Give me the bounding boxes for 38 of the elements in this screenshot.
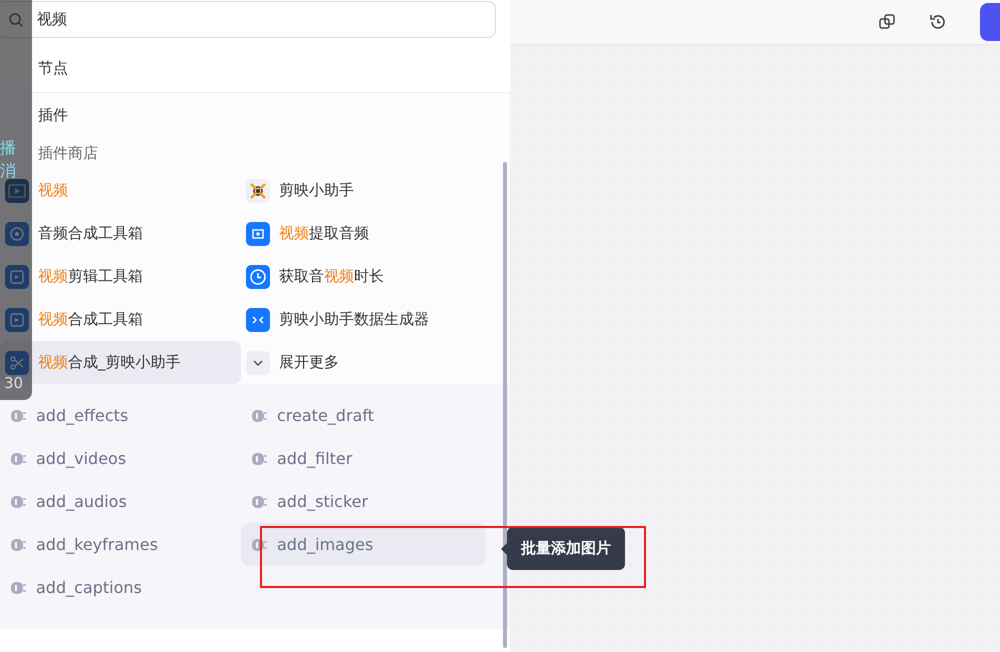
subsection-heading: 插件商店 (38, 144, 98, 162)
arrows-icon (252, 316, 264, 324)
plugin-item[interactable]: 视频剪辑工具箱 (0, 255, 241, 298)
tooltip: 批量添加图片 (507, 527, 625, 570)
copy-icon[interactable] (878, 13, 896, 31)
plugin-item[interactable]: 剪映小助手数据生成器 (241, 298, 486, 341)
history-icon[interactable] (928, 12, 948, 32)
plugin-item[interactable]: 获取音视频时长 (241, 255, 486, 298)
plug-icon (10, 450, 28, 466)
tool-item[interactable]: add_videos (0, 437, 241, 480)
plug-icon (10, 536, 28, 552)
plug-icon (10, 494, 28, 510)
overlay-text: 播 (0, 137, 16, 159)
section-heading[interactable]: 插件 (38, 106, 68, 124)
plug-icon (10, 408, 28, 424)
plug-icon (10, 580, 28, 596)
tool-item[interactable]: add_filter (241, 437, 486, 480)
plug-icon (251, 450, 269, 466)
chevron-icon (253, 360, 263, 366)
plug-icon (251, 408, 269, 424)
search-field[interactable]: 视频 (0, 1, 496, 38)
plugin-item[interactable]: 视频合成工具箱 (0, 298, 241, 341)
tool-item[interactable]: create_draft (241, 394, 486, 437)
tool-item[interactable]: add_audios (0, 480, 241, 523)
primary-button[interactable] (980, 3, 1000, 41)
plugin-item[interactable]: 剪映小助手 (241, 169, 486, 212)
plugin-item[interactable]: 音频合成工具箱 (0, 212, 241, 255)
tool-item[interactable]: add_captions (0, 566, 241, 609)
plugin-item[interactable]: 视频提取音频 (241, 212, 486, 255)
search-icon (8, 12, 24, 28)
overlay-text: 消 (0, 160, 16, 182)
tool-item[interactable]: add_sticker (241, 480, 486, 523)
plug-icon (251, 494, 269, 510)
plugin-item[interactable]: 展开更多 (241, 341, 486, 384)
tool-item[interactable]: add_effects (0, 394, 241, 437)
section-heading[interactable]: 节点 (38, 58, 68, 78)
tool-item[interactable]: add_keyframes (0, 523, 241, 566)
tool-item[interactable]: add_images (241, 523, 486, 566)
